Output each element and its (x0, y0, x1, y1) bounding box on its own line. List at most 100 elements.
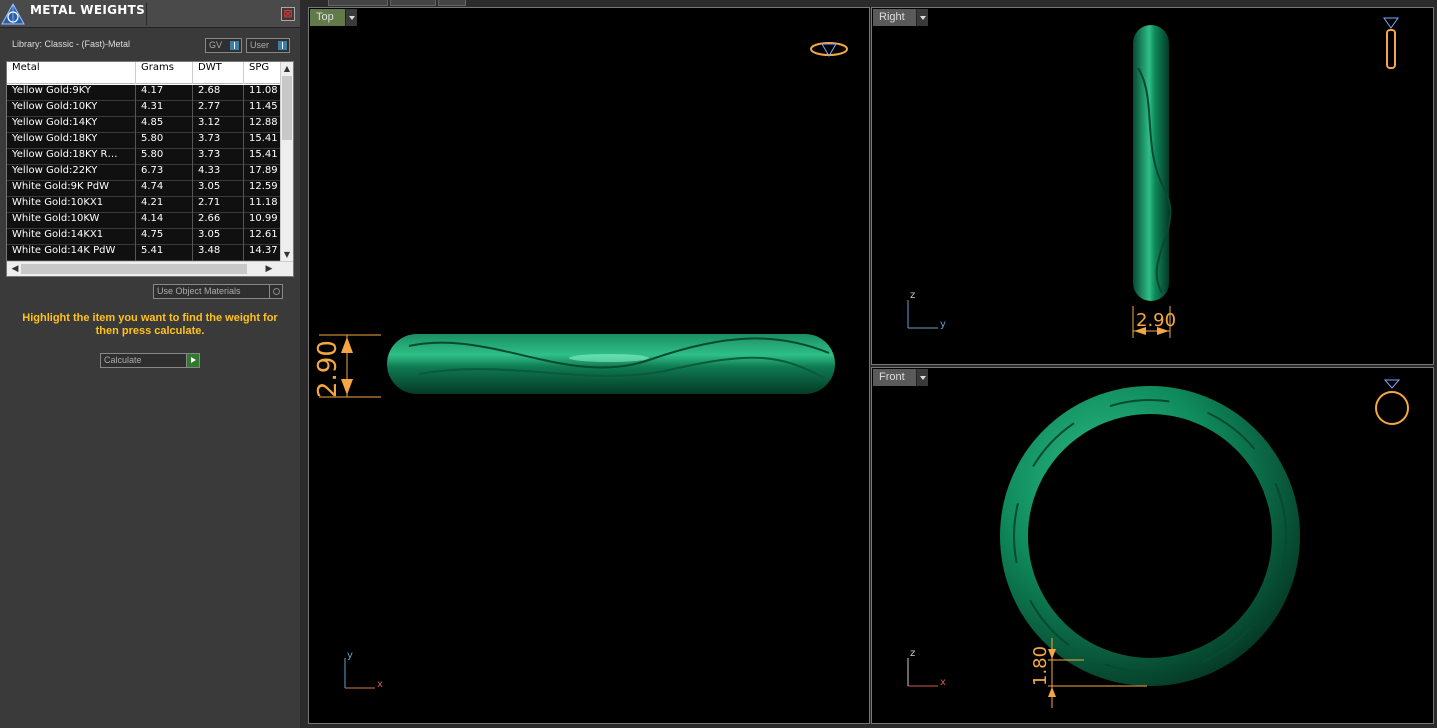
grams-cell: 4.85 (136, 117, 193, 133)
use-object-materials-field[interactable]: Use Object Materials (153, 284, 283, 299)
table-row[interactable]: White Gold:10KX1 4.21 2.71 11.18 (7, 197, 281, 213)
top-dimension-label: 2.90 (313, 340, 343, 398)
grams-cell: 6.73 (136, 165, 193, 181)
grams-cell: 4.17 (136, 85, 193, 101)
top-tab-strip (308, 0, 1437, 7)
viewport-top[interactable]: Top 2.90 y x (308, 7, 870, 724)
ring-side-view[interactable] (1133, 25, 1169, 301)
column-header-grams[interactable]: Grams (136, 62, 193, 84)
axis-label-y: y (347, 650, 353, 661)
user-toggle-label: User (250, 40, 270, 50)
table-row[interactable]: White Gold:10KW 4.14 2.66 10.99 (7, 213, 281, 229)
spg-cell: 10.99 (244, 213, 281, 229)
calculate-button[interactable]: Calculate (100, 353, 200, 368)
table-body: Yellow Gold:9KY 4.17 2.68 11.08 Yellow Gold:… (7, 85, 281, 261)
scroll-right-icon[interactable]: ▶ (263, 262, 275, 276)
dwt-cell: 4.33 (193, 165, 244, 181)
scroll-up-icon[interactable]: ▲ (281, 63, 293, 75)
table-row[interactable]: Yellow Gold:18KY 5.80 3.73 15.41 (7, 133, 281, 149)
metal-cell: Yellow Gold:18KY R… (7, 149, 136, 165)
play-icon[interactable] (186, 354, 199, 367)
dwt-cell: 3.48 (193, 245, 244, 261)
spg-cell: 12.61 (244, 229, 281, 245)
scroll-down-icon[interactable]: ▼ (281, 249, 293, 261)
user-toggle[interactable]: User (246, 38, 290, 53)
grams-cell: 5.80 (136, 149, 193, 165)
metal-cell: Yellow Gold:22KY (7, 165, 136, 181)
metal-cell: White Gold:10KX1 (7, 197, 136, 213)
dwt-cell: 3.05 (193, 181, 244, 197)
app-logo-icon (1, 2, 25, 25)
tab[interactable] (438, 0, 466, 6)
metal-cell: Yellow Gold:9KY (7, 85, 136, 101)
table-row[interactable]: Yellow Gold:14KY 4.85 3.12 12.88 (7, 117, 281, 133)
spg-cell: 15.41 (244, 133, 281, 149)
axis-label-z: z (910, 290, 916, 301)
dwt-cell: 2.68 (193, 85, 244, 101)
table-row[interactable]: Yellow Gold:22KY 6.73 4.33 17.89 (7, 165, 281, 181)
scrollbar-thumb[interactable] (282, 76, 292, 140)
ring-side-gizmo-icon (1383, 17, 1399, 69)
table-row[interactable]: White Gold:14KX1 4.75 3.05 12.61 (7, 229, 281, 245)
front-view-scene (907, 379, 1409, 708)
spg-cell: 11.18 (244, 197, 281, 213)
axis-gizmo (344, 658, 375, 689)
dwt-cell: 3.05 (193, 229, 244, 245)
axis-label-z: z (910, 648, 916, 659)
grams-cell: 5.80 (136, 133, 193, 149)
grams-cell: 4.31 (136, 101, 193, 117)
column-header-dwt[interactable]: DWT (193, 62, 244, 84)
panel-title: METAL WEIGHTS (30, 3, 146, 17)
toggle-icon (278, 41, 287, 50)
spg-cell: 17.89 (244, 165, 281, 181)
metal-cell: Yellow Gold:18KY (7, 133, 136, 149)
use-object-materials-label: Use Object Materials (157, 286, 241, 296)
vertical-scrollbar[interactable]: ▲ ▼ (280, 62, 293, 262)
tab[interactable] (328, 0, 388, 6)
table-row[interactable]: Yellow Gold:18KY R… 5.80 3.73 15.41 (7, 149, 281, 165)
scroll-left-icon[interactable]: ◀ (9, 262, 21, 276)
grams-cell: 4.21 (136, 197, 193, 213)
dwt-cell: 2.77 (193, 101, 244, 117)
radio-icon[interactable] (269, 285, 282, 298)
gv-toggle[interactable]: GV (205, 38, 242, 53)
dwt-cell: 2.71 (193, 197, 244, 213)
table-row[interactable]: Yellow Gold:9KY 4.17 2.68 11.08 (7, 85, 281, 101)
table-row[interactable]: White Gold:14K PdW 5.41 3.48 14.37 (7, 245, 281, 261)
ring-top-gizmo-icon (810, 42, 848, 57)
column-header-spg[interactable]: SPG (244, 62, 281, 84)
metal-cell: White Gold:14K PdW (7, 245, 136, 261)
gv-toggle-label: GV (209, 40, 223, 50)
metals-table: Metal Grams DWT SPG Yellow Gold:9KY 4.17 2… (6, 61, 294, 277)
ring-front-gizmo-icon (1375, 379, 1409, 425)
viewport-right[interactable]: Right 2.90 z y (871, 7, 1434, 365)
table-row[interactable]: Yellow Gold:10KY 4.31 2.77 11.45 (7, 101, 281, 117)
spg-cell: 11.45 (244, 101, 281, 117)
ring-front-view[interactable] (1000, 386, 1300, 686)
metal-cell: Yellow Gold:14KY (7, 117, 136, 133)
spg-cell: 15.41 (244, 149, 281, 165)
grams-cell: 4.75 (136, 229, 193, 245)
metal-cell: White Gold:10KW (7, 213, 136, 229)
library-label: Library: Classic - (Fast)-Metal (12, 39, 131, 49)
spg-cell: 14.37 (244, 245, 281, 261)
close-button[interactable]: ⊠ (281, 7, 295, 21)
grams-cell: 4.74 (136, 181, 193, 197)
table-header: Metal Grams DWT SPG (7, 62, 281, 84)
scrollbar-thumb[interactable] (21, 264, 247, 274)
grams-cell: 4.14 (136, 213, 193, 229)
horizontal-scrollbar[interactable]: ◀ ▶ (7, 261, 293, 276)
axis-gizmo (907, 300, 938, 329)
tab[interactable] (390, 0, 436, 6)
grams-cell: 5.41 (136, 245, 193, 261)
axis-gizmo (907, 658, 938, 687)
table-row[interactable]: White Gold:9K PdW 4.74 3.05 12.59 (7, 181, 281, 197)
viewport-front[interactable]: Front 1.80 z x (871, 367, 1434, 724)
spg-cell: 11.08 (244, 85, 281, 101)
column-header-metal[interactable]: Metal (7, 62, 136, 84)
spg-cell: 12.88 (244, 117, 281, 133)
metal-cell: White Gold:9K PdW (7, 181, 136, 197)
instruction-text: Highlight the item you want to find the … (22, 312, 278, 337)
spg-cell: 12.59 (244, 181, 281, 197)
metal-cell: Yellow Gold:10KY (7, 101, 136, 117)
